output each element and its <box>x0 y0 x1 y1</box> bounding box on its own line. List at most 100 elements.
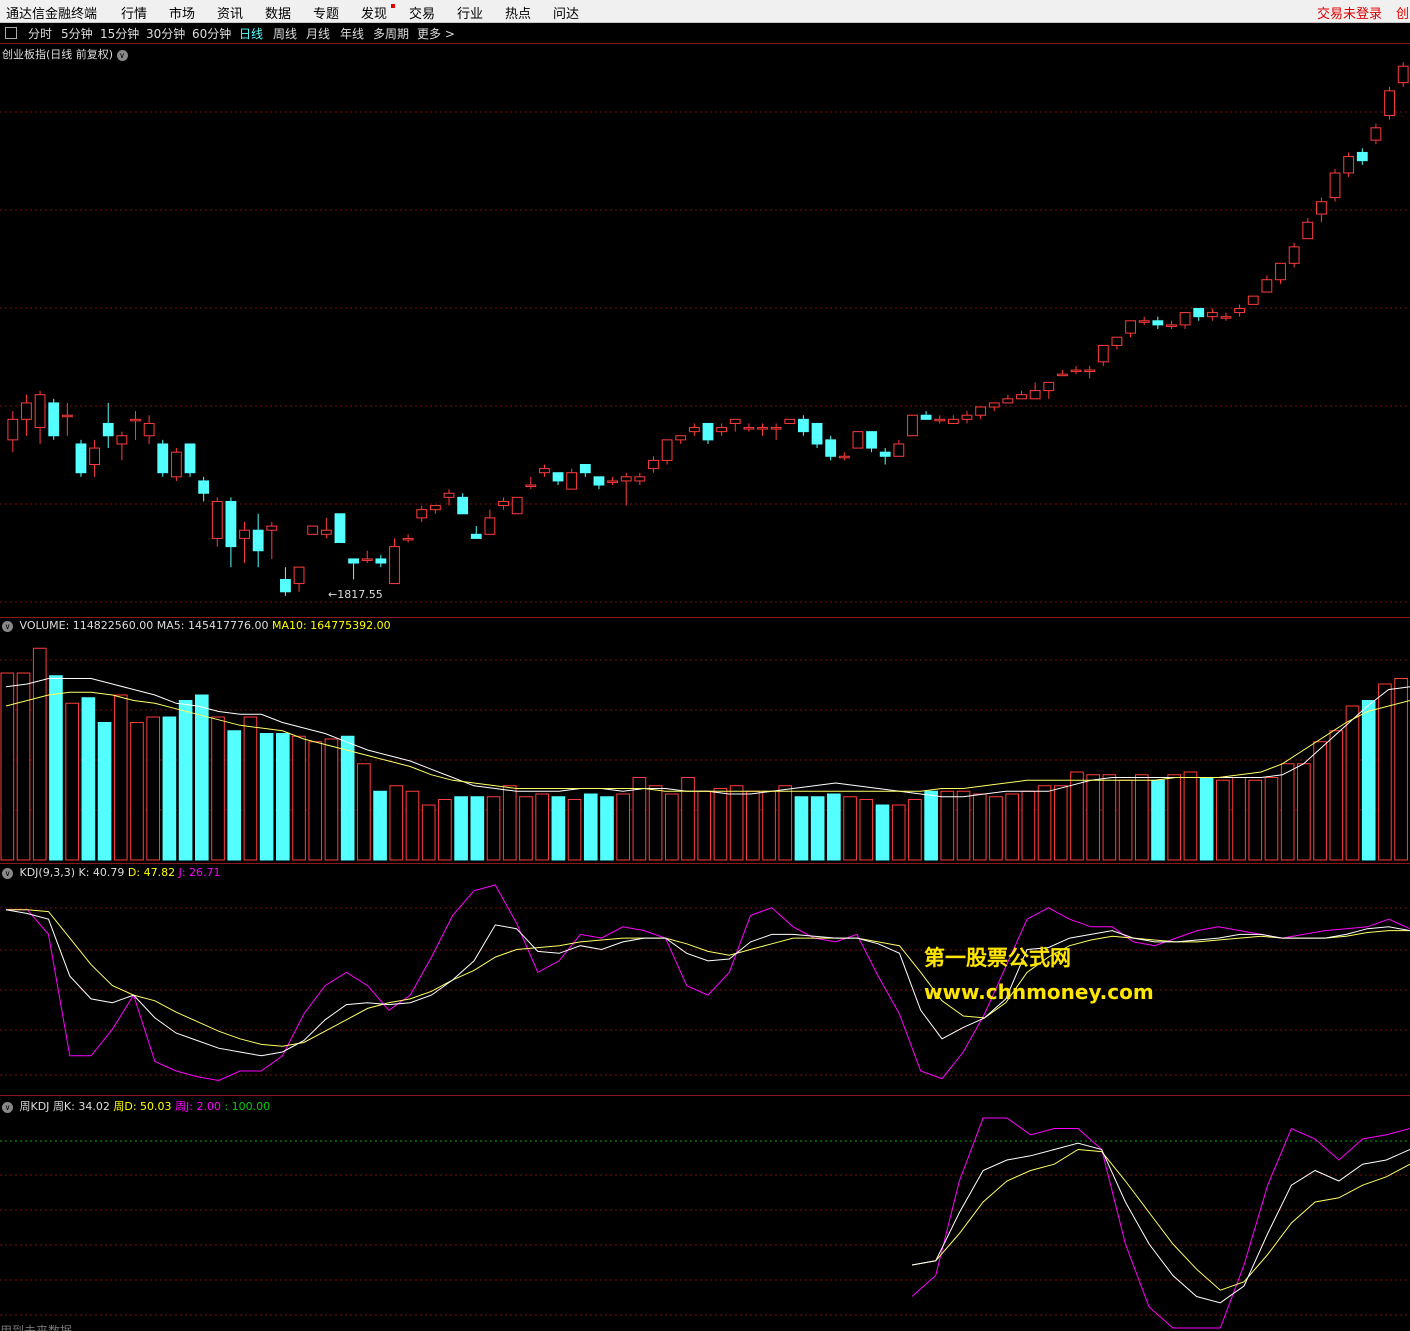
volume-bar-down <box>97 722 112 861</box>
candle-up <box>907 414 918 437</box>
candle-up <box>1234 307 1246 314</box>
candle-up <box>716 427 728 433</box>
candle-down <box>184 443 196 474</box>
candle-up <box>307 525 319 535</box>
candlestick-chart <box>7 62 1409 596</box>
volume-bar-up <box>972 793 987 861</box>
weekly-kdj-pane-header: ∨ 周KDJ 周K: 34.02 周D: 50.03 周J: 2.00 : 10… <box>2 1098 270 1114</box>
candle-up <box>1288 246 1300 264</box>
volume-bar-up <box>146 716 161 861</box>
volume-bar-up <box>1183 771 1198 861</box>
volume-bar-up <box>1329 730 1344 861</box>
volume-bar-down <box>600 796 614 861</box>
volume-bar-up <box>681 777 695 861</box>
chevron-down-icon[interactable]: ∨ <box>2 867 13 879</box>
candle-down <box>280 578 291 593</box>
volume-bar-down <box>875 804 890 861</box>
kdj-pane-header: ∨ KDJ(9,3,3) K: 40.79 D: 47.82 J: 26.71 <box>2 866 221 879</box>
volume-bar-up <box>1053 785 1068 861</box>
candle-up <box>1302 221 1314 240</box>
candle-up <box>1329 172 1341 199</box>
weekly-kdj-label: 周KDJ <box>19 1100 50 1113</box>
grid-lines <box>0 111 1410 1316</box>
volume-bar-up <box>697 790 712 861</box>
volume-bar-up <box>1118 779 1133 861</box>
volume-bar-up <box>1216 779 1230 861</box>
chevron-down-icon[interactable]: ∨ <box>116 49 128 61</box>
volume-bar-up <box>713 788 728 861</box>
candle-up <box>1084 369 1096 373</box>
candle-up <box>130 418 141 422</box>
weekly-kdj-chart <box>911 1117 1410 1329</box>
volume-bar-up <box>308 741 323 861</box>
volume-bar-down <box>276 733 290 861</box>
candle-up <box>498 500 509 507</box>
volume-bar-up <box>1167 774 1182 861</box>
candle-up <box>607 480 618 483</box>
volume-bar-down <box>827 793 841 861</box>
candle-up <box>443 492 455 498</box>
candle-up <box>211 500 223 539</box>
volume-bar-up <box>567 799 582 861</box>
volume-bar-down <box>162 716 177 861</box>
volume-bar-up <box>1232 777 1246 861</box>
volume-bar-up <box>130 722 144 861</box>
candle-up <box>293 566 305 585</box>
watermark-title: 第一股票公式网 <box>924 946 1071 970</box>
volume-bar-up <box>664 793 679 861</box>
chevron-down-icon[interactable]: ∨ <box>2 1101 13 1113</box>
volume-bar-up <box>1086 774 1101 861</box>
volume-bar-up <box>389 785 404 861</box>
candle-down <box>593 476 605 486</box>
main-pane-title-text: 创业板指(日线 前复权) <box>2 48 114 61</box>
weekly-k-value: 周K: 34.02 <box>52 1100 110 1113</box>
candle-down <box>470 533 482 539</box>
tdx-terminal-window: 通达信金融终端 行情 市场 资讯 数据 专题 发现 交易 行业 热点 问达 交易… <box>0 0 1410 1331</box>
candle-up <box>757 427 768 430</box>
candle-down <box>920 414 932 420</box>
volume-bar-down <box>81 697 96 861</box>
candle-up <box>1370 127 1382 141</box>
chart-canvas[interactable] <box>0 0 1410 1331</box>
volume-bar-up <box>1248 779 1263 861</box>
candle-up <box>634 476 646 482</box>
candle-down <box>1152 320 1164 326</box>
candle-up <box>893 443 905 457</box>
candle-up <box>1070 369 1082 373</box>
candle-up <box>1247 295 1259 305</box>
low-price-annotation: ←1817.55 <box>328 588 383 601</box>
candle-up <box>1315 201 1327 215</box>
candle-down <box>198 480 210 494</box>
candle-up <box>784 418 796 424</box>
weekly-kdj-j-line <box>911 1117 1410 1329</box>
volume-bar-up <box>1037 785 1052 861</box>
candle-down <box>252 529 264 552</box>
candle-up <box>1125 320 1136 334</box>
volume-bar-down <box>259 733 274 861</box>
volume-bar-up <box>535 793 549 861</box>
volume-bar-down <box>470 796 485 861</box>
candle-down <box>811 422 823 445</box>
candle-up <box>947 418 959 424</box>
volume-bar-up <box>843 796 857 861</box>
candle-up <box>961 414 973 420</box>
candle-down <box>1356 151 1368 162</box>
candle-up <box>1138 320 1150 323</box>
volume-bar-down <box>49 675 63 861</box>
chevron-down-icon[interactable]: ∨ <box>2 620 13 632</box>
candle-up <box>89 447 101 465</box>
volume-bar-up <box>292 735 306 861</box>
candle-up <box>61 414 73 418</box>
volume-bar-up <box>1394 678 1408 861</box>
watermark-url: www.chnmoney.com <box>924 980 1154 1004</box>
volume-bar-up <box>357 763 371 861</box>
candle-up <box>1206 312 1218 318</box>
volume-bar-up <box>113 694 128 861</box>
candle-down <box>48 402 60 437</box>
candle-up <box>143 422 155 437</box>
candle-up <box>1057 373 1068 377</box>
candle-down <box>579 464 591 474</box>
candle-up <box>1220 316 1232 319</box>
candle-up <box>1275 262 1286 281</box>
candle-up <box>389 546 400 585</box>
